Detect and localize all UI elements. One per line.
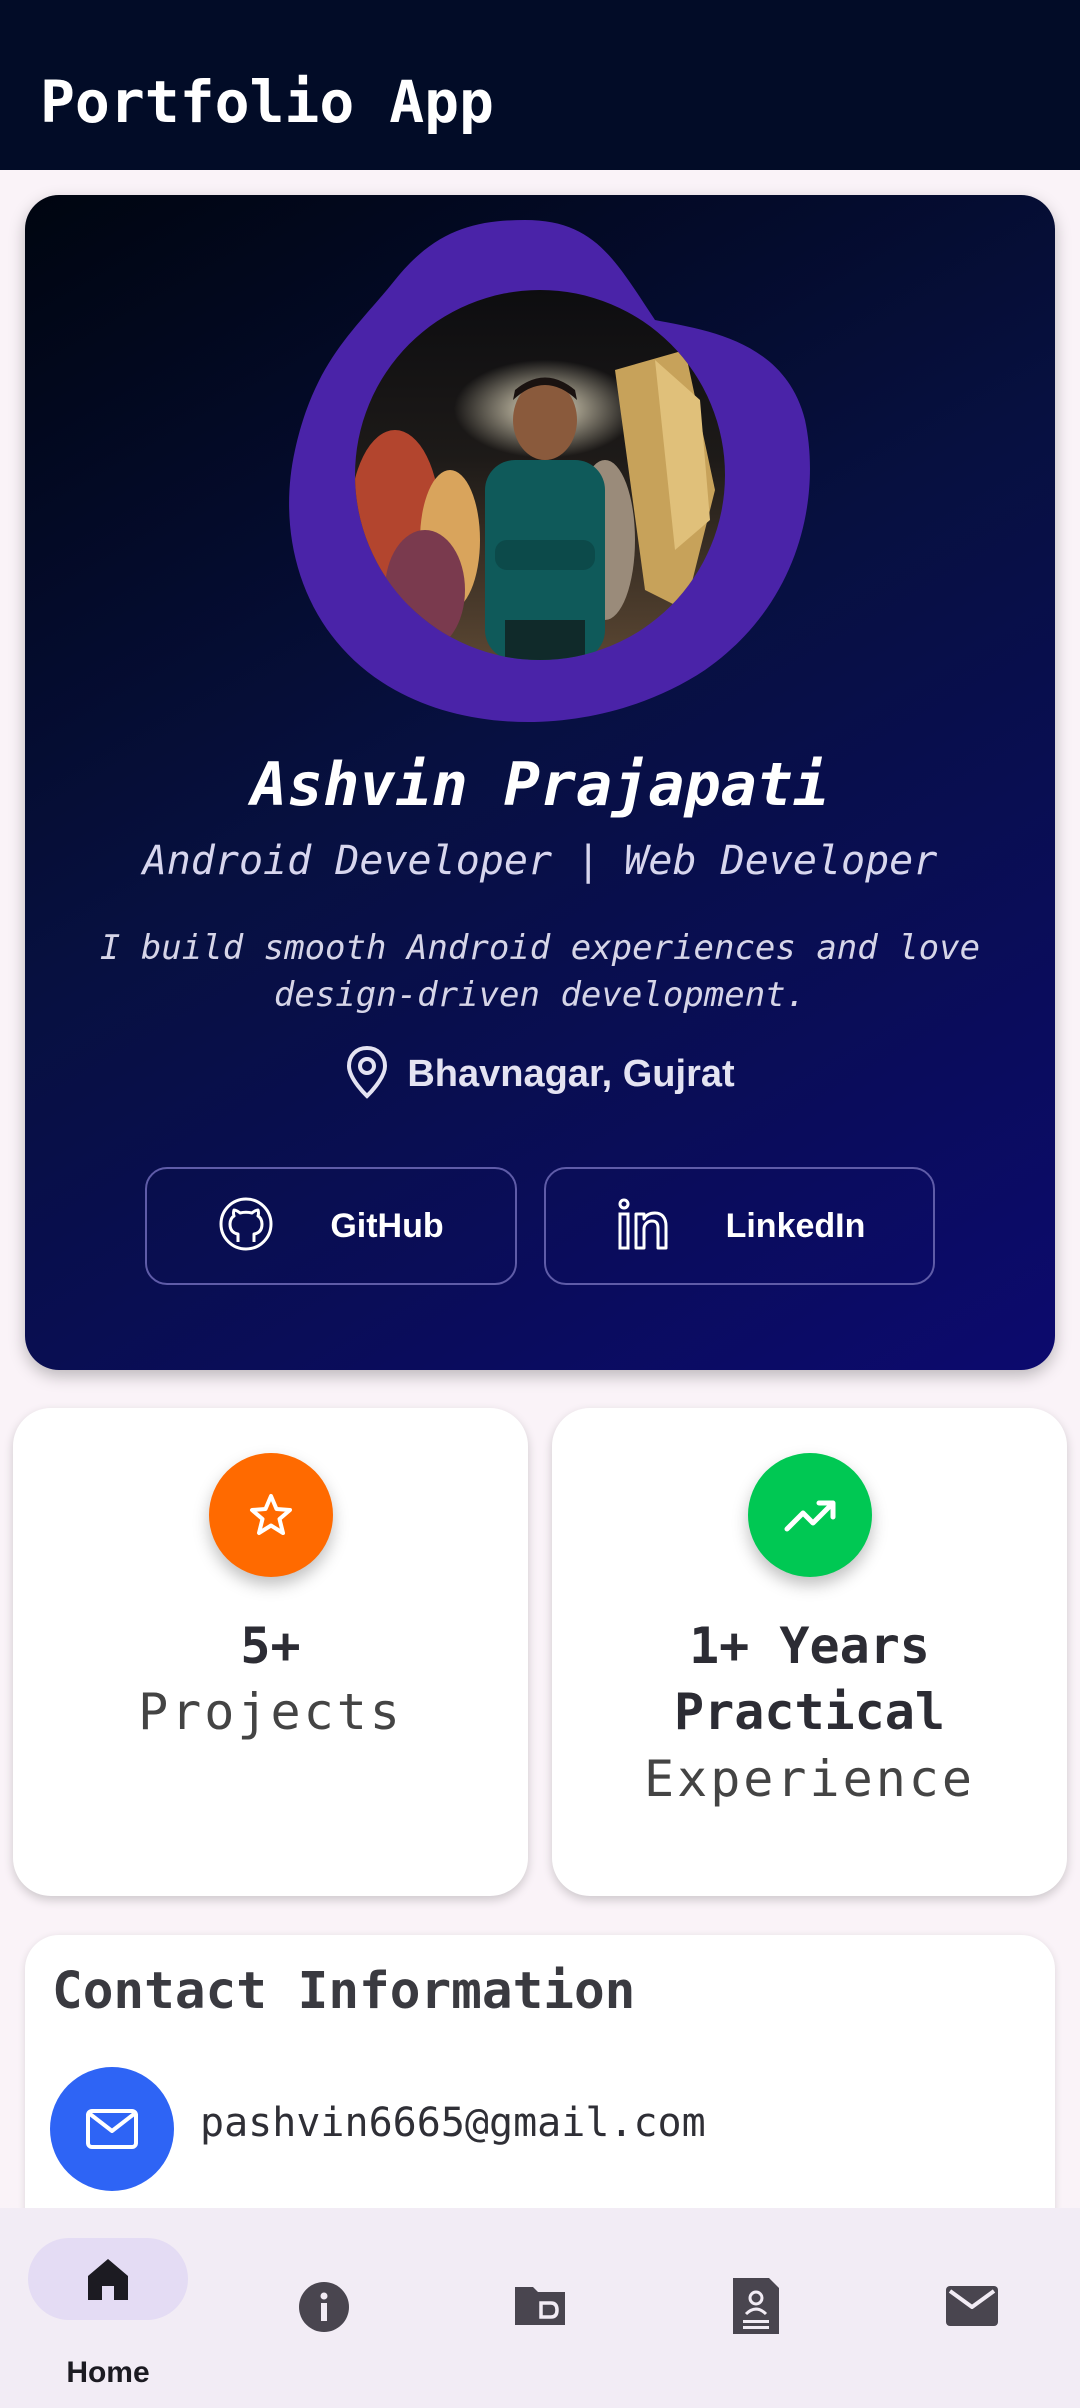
nav-item-resume[interactable]: [648, 2208, 864, 2408]
mail-icon: [945, 2285, 999, 2327]
contact-email[interactable]: pashvin6665@gmail.com: [200, 2100, 706, 2146]
location-pin-icon: [345, 1045, 389, 1103]
app-title: Portfolio App: [40, 68, 494, 136]
trending-up-icon: [747, 1453, 872, 1577]
info-icon: [298, 2281, 350, 2333]
nav-item-projects[interactable]: [432, 2208, 648, 2408]
nav-item-about[interactable]: [216, 2208, 432, 2408]
contact-title: Contact Information: [52, 1962, 636, 2021]
profile-card: Ashvin Prajapati Android Developer | Web…: [25, 195, 1055, 1370]
nav-item-contact[interactable]: [864, 2208, 1080, 2408]
star-icon: [208, 1453, 333, 1577]
linkedin-icon: [614, 1196, 670, 1256]
github-button[interactable]: GitHub: [145, 1167, 517, 1285]
projects-count: 5+: [240, 1617, 301, 1675]
home-icon: [85, 2256, 131, 2302]
experience-practical: Practical: [674, 1683, 945, 1741]
projects-stat-card: 5+ Projects: [13, 1408, 528, 1896]
nav-label-home: Home: [66, 2356, 150, 2389]
github-icon: [218, 1196, 274, 1256]
profile-role: Android Developer | Web Developer: [142, 838, 938, 884]
top-app-bar: Portfolio App: [0, 0, 1080, 170]
linkedin-button[interactable]: LinkedIn: [544, 1167, 935, 1285]
location-row: Bhavnagar, Gujrat: [25, 1045, 1055, 1103]
contact-card: Contact Information pashvin6665@gmail.co…: [25, 1935, 1055, 2235]
nav-item-home[interactable]: Home: [0, 2208, 216, 2408]
folder-icon: [513, 2283, 567, 2327]
profile-photo: [355, 290, 725, 660]
location-text: Bhavnagar, Gujrat: [407, 1052, 735, 1095]
profile-bio: I build smooth Android experiences and l…: [99, 928, 981, 1015]
experience-stat-card: 1+ Years Practical Experience: [552, 1408, 1067, 1896]
profile-name: Ashvin Prajapati: [251, 750, 829, 820]
experience-label: Experience: [643, 1750, 976, 1808]
github-label: GitHub: [330, 1206, 444, 1245]
bottom-navigation: Home: [0, 2208, 1080, 2408]
experience-years: 1+ Years: [689, 1617, 930, 1675]
projects-label: Projects: [138, 1683, 403, 1741]
resume-icon: [731, 2276, 781, 2336]
mail-icon[interactable]: [50, 2067, 174, 2191]
linkedin-label: LinkedIn: [725, 1206, 866, 1245]
